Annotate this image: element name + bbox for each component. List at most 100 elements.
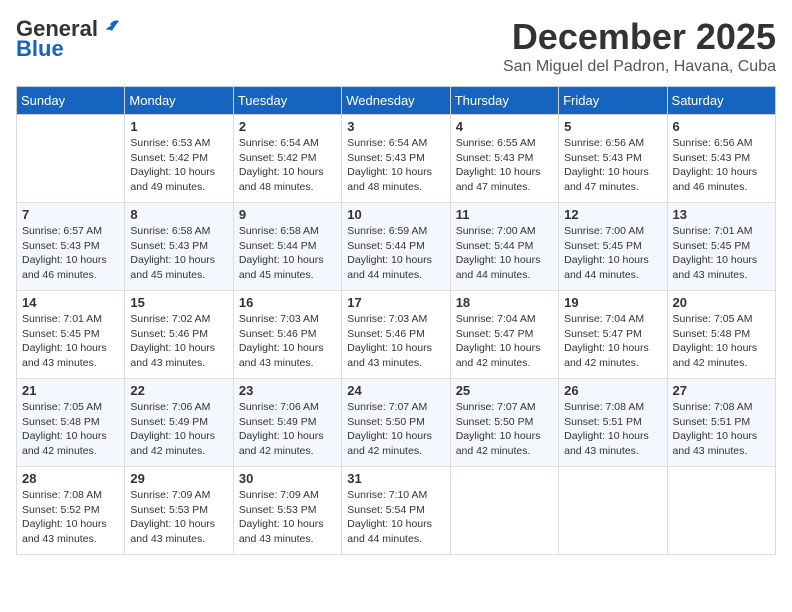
day-number: 1	[130, 119, 227, 134]
calendar-cell: 31 Sunrise: 7:10 AMSunset: 5:54 PMDayligh…	[342, 467, 450, 555]
day-info: Sunrise: 6:58 AMSunset: 5:44 PMDaylight:…	[239, 224, 336, 283]
calendar-cell: 5 Sunrise: 6:56 AMSunset: 5:43 PMDaylight…	[559, 115, 667, 203]
calendar-week-row: 1 Sunrise: 6:53 AMSunset: 5:42 PMDaylight…	[17, 115, 776, 203]
calendar-header-tuesday: Tuesday	[233, 87, 341, 115]
day-number: 14	[22, 295, 119, 310]
day-number: 9	[239, 207, 336, 222]
calendar-cell: 15Sunrise: 7:02 AMSunset: 5:46 PMDayligh…	[125, 291, 233, 379]
day-info: Sunrise: 7:00 AMSunset: 5:44 PMDaylight:…	[456, 224, 553, 283]
calendar-cell	[559, 467, 667, 555]
day-number: 2	[239, 119, 336, 134]
day-number: 28	[22, 471, 119, 486]
logo-bird-icon	[101, 17, 123, 39]
calendar-cell: 18 Sunrise: 7:04 AMSunset: 5:47 PMDayligh…	[450, 291, 558, 379]
day-info: Sunrise: 7:08 AMSunset: 5:52 PMDaylight:…	[22, 488, 119, 547]
day-number: 8	[130, 207, 227, 222]
day-number: 4	[456, 119, 553, 134]
day-info: Sunrise: 6:54 AMSunset: 5:43 PMDaylight:…	[347, 136, 444, 195]
calendar-cell: 29 Sunrise: 7:09 AMSunset: 5:53 PMDayligh…	[125, 467, 233, 555]
day-number: 24	[347, 383, 444, 398]
day-info: Sunrise: 6:56 AMSunset: 5:43 PMDaylight:…	[673, 136, 770, 195]
day-info: Sunrise: 6:57 AMSunset: 5:43 PMDaylight:…	[22, 224, 119, 283]
calendar-week-row: 14 Sunrise: 7:01 AMSunset: 5:45 PMDayligh…	[17, 291, 776, 379]
calendar-cell: 1 Sunrise: 6:53 AMSunset: 5:42 PMDaylight…	[125, 115, 233, 203]
calendar-cell: 30Sunrise: 7:09 AMSunset: 5:53 PMDayligh…	[233, 467, 341, 555]
day-info: Sunrise: 7:08 AMSunset: 5:51 PMDaylight:…	[564, 400, 661, 459]
location: San Miguel del Padron, Havana, Cuba	[503, 58, 776, 76]
calendar-cell: 24 Sunrise: 7:07 AMSunset: 5:50 PMDayligh…	[342, 379, 450, 467]
day-number: 21	[22, 383, 119, 398]
calendar-cell: 3 Sunrise: 6:54 AMSunset: 5:43 PMDaylight…	[342, 115, 450, 203]
day-info: Sunrise: 7:07 AMSunset: 5:50 PMDaylight:…	[347, 400, 444, 459]
calendar-week-row: 21 Sunrise: 7:05 AMSunset: 5:48 PMDayligh…	[17, 379, 776, 467]
day-info: Sunrise: 7:09 AMSunset: 5:53 PMDaylight:…	[130, 488, 227, 547]
calendar-cell	[667, 467, 775, 555]
day-number: 25	[456, 383, 553, 398]
day-number: 5	[564, 119, 661, 134]
day-number: 3	[347, 119, 444, 134]
day-number: 13	[673, 207, 770, 222]
calendar-cell: 26 Sunrise: 7:08 AMSunset: 5:51 PMDayligh…	[559, 379, 667, 467]
calendar-cell: 14 Sunrise: 7:01 AMSunset: 5:45 PMDayligh…	[17, 291, 125, 379]
calendar-table: SundayMondayTuesdayWednesdayThursdayFrid…	[16, 86, 776, 555]
day-info: Sunrise: 6:59 AMSunset: 5:44 PMDaylight:…	[347, 224, 444, 283]
calendar-header-thursday: Thursday	[450, 87, 558, 115]
day-info: Sunrise: 7:04 AMSunset: 5:47 PMDaylight:…	[564, 312, 661, 371]
day-info: Sunrise: 7:01 AMSunset: 5:45 PMDaylight:…	[22, 312, 119, 371]
logo-blue: Blue	[16, 36, 64, 62]
day-info: Sunrise: 7:02 AMSunset: 5:46 PMDaylight:…	[130, 312, 227, 371]
calendar-cell: 10 Sunrise: 6:59 AMSunset: 5:44 PMDayligh…	[342, 203, 450, 291]
calendar-header-saturday: Saturday	[667, 87, 775, 115]
title-block: December 2025 San Miguel del Padron, Hav…	[503, 16, 776, 76]
day-number: 31	[347, 471, 444, 486]
calendar-cell: 8 Sunrise: 6:58 AMSunset: 5:43 PMDaylight…	[125, 203, 233, 291]
day-info: Sunrise: 7:08 AMSunset: 5:51 PMDaylight:…	[673, 400, 770, 459]
calendar-cell: 17 Sunrise: 7:03 AMSunset: 5:46 PMDayligh…	[342, 291, 450, 379]
day-number: 30	[239, 471, 336, 486]
day-number: 17	[347, 295, 444, 310]
calendar-header-sunday: Sunday	[17, 87, 125, 115]
calendar-cell: 12Sunrise: 7:00 AMSunset: 5:45 PMDayligh…	[559, 203, 667, 291]
day-number: 29	[130, 471, 227, 486]
day-info: Sunrise: 6:55 AMSunset: 5:43 PMDaylight:…	[456, 136, 553, 195]
calendar-cell: 7 Sunrise: 6:57 AMSunset: 5:43 PMDaylight…	[17, 203, 125, 291]
day-info: Sunrise: 7:04 AMSunset: 5:47 PMDaylight:…	[456, 312, 553, 371]
page-header: General Blue December 2025 San Miguel de…	[16, 16, 776, 76]
calendar-cell	[450, 467, 558, 555]
day-info: Sunrise: 7:10 AMSunset: 5:54 PMDaylight:…	[347, 488, 444, 547]
day-info: Sunrise: 7:05 AMSunset: 5:48 PMDaylight:…	[673, 312, 770, 371]
day-number: 26	[564, 383, 661, 398]
day-number: 10	[347, 207, 444, 222]
day-number: 23	[239, 383, 336, 398]
calendar-cell: 21 Sunrise: 7:05 AMSunset: 5:48 PMDayligh…	[17, 379, 125, 467]
day-info: Sunrise: 7:03 AMSunset: 5:46 PMDaylight:…	[239, 312, 336, 371]
calendar-cell: 19Sunrise: 7:04 AMSunset: 5:47 PMDayligh…	[559, 291, 667, 379]
day-number: 18	[456, 295, 553, 310]
day-number: 6	[673, 119, 770, 134]
day-info: Sunrise: 6:56 AMSunset: 5:43 PMDaylight:…	[564, 136, 661, 195]
day-info: Sunrise: 7:05 AMSunset: 5:48 PMDaylight:…	[22, 400, 119, 459]
day-number: 27	[673, 383, 770, 398]
calendar-cell: 2 Sunrise: 6:54 AMSunset: 5:42 PMDaylight…	[233, 115, 341, 203]
day-info: Sunrise: 7:06 AMSunset: 5:49 PMDaylight:…	[239, 400, 336, 459]
day-info: Sunrise: 6:58 AMSunset: 5:43 PMDaylight:…	[130, 224, 227, 283]
calendar-cell: 28 Sunrise: 7:08 AMSunset: 5:52 PMDayligh…	[17, 467, 125, 555]
calendar-cell: 11 Sunrise: 7:00 AMSunset: 5:44 PMDayligh…	[450, 203, 558, 291]
day-number: 7	[22, 207, 119, 222]
day-number: 16	[239, 295, 336, 310]
calendar-cell: 9 Sunrise: 6:58 AMSunset: 5:44 PMDaylight…	[233, 203, 341, 291]
day-info: Sunrise: 7:03 AMSunset: 5:46 PMDaylight:…	[347, 312, 444, 371]
day-info: Sunrise: 6:53 AMSunset: 5:42 PMDaylight:…	[130, 136, 227, 195]
calendar-week-row: 7 Sunrise: 6:57 AMSunset: 5:43 PMDaylight…	[17, 203, 776, 291]
calendar-week-row: 28 Sunrise: 7:08 AMSunset: 5:52 PMDayligh…	[17, 467, 776, 555]
calendar-cell: 25 Sunrise: 7:07 AMSunset: 5:50 PMDayligh…	[450, 379, 558, 467]
day-info: Sunrise: 7:07 AMSunset: 5:50 PMDaylight:…	[456, 400, 553, 459]
calendar-cell: 16 Sunrise: 7:03 AMSunset: 5:46 PMDayligh…	[233, 291, 341, 379]
calendar-header-row: SundayMondayTuesdayWednesdayThursdayFrid…	[17, 87, 776, 115]
day-info: Sunrise: 7:01 AMSunset: 5:45 PMDaylight:…	[673, 224, 770, 283]
day-number: 11	[456, 207, 553, 222]
calendar-cell: 23 Sunrise: 7:06 AMSunset: 5:49 PMDayligh…	[233, 379, 341, 467]
day-number: 12	[564, 207, 661, 222]
day-info: Sunrise: 6:54 AMSunset: 5:42 PMDaylight:…	[239, 136, 336, 195]
calendar-header-friday: Friday	[559, 87, 667, 115]
